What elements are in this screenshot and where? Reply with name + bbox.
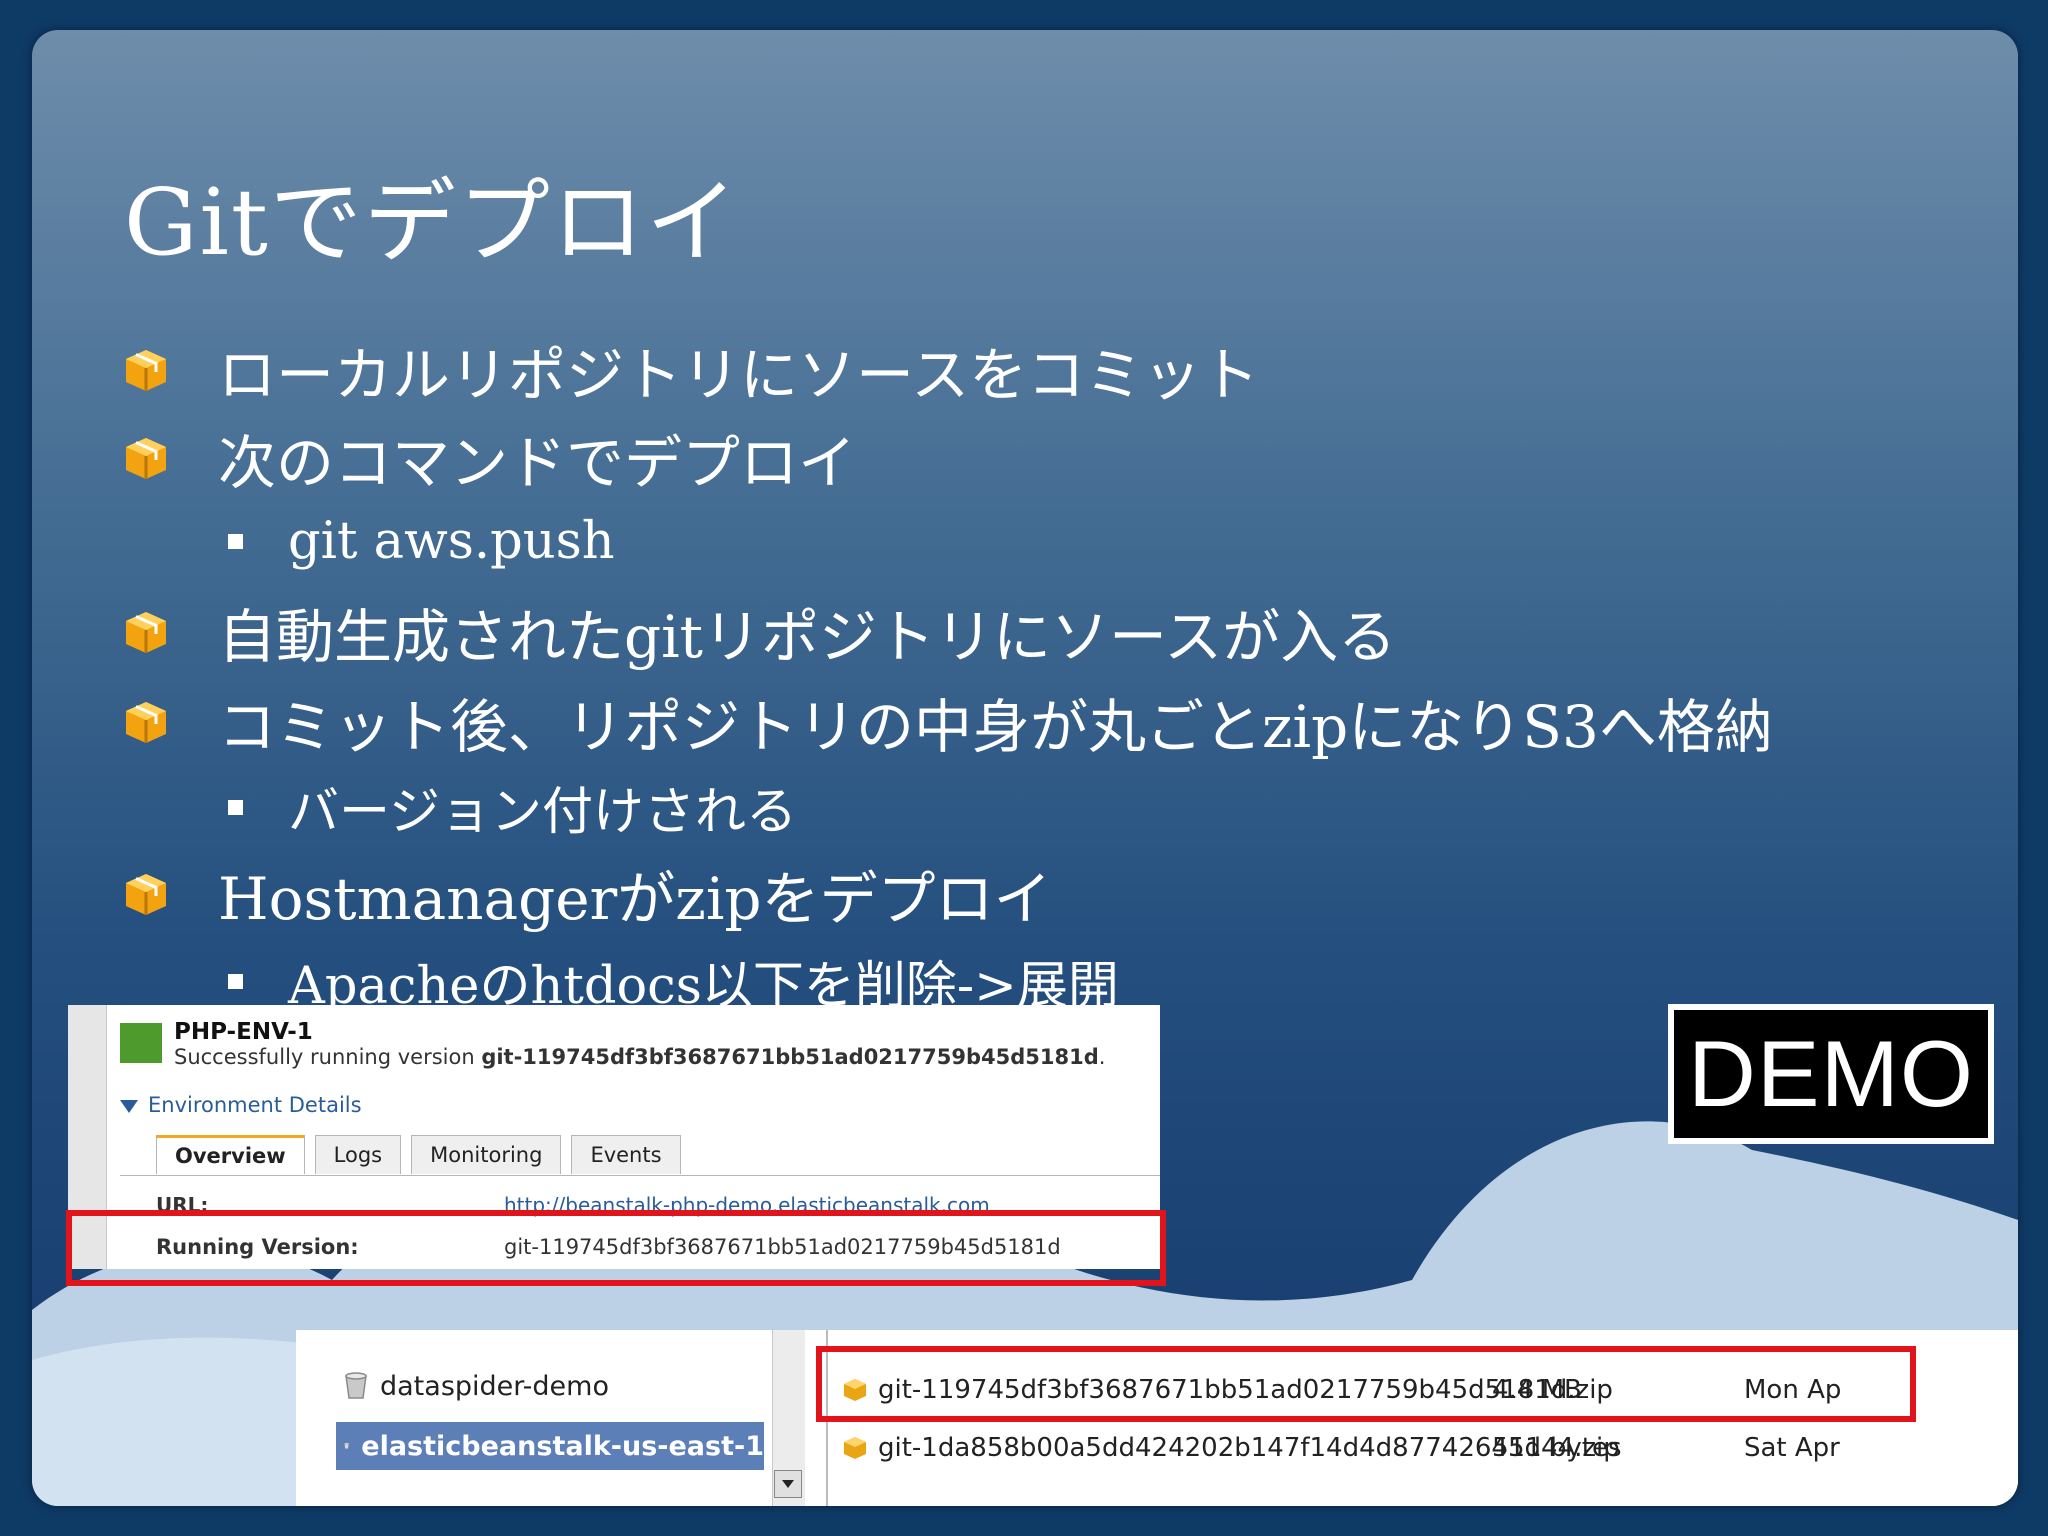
tab-divider [120, 1175, 1160, 1176]
tab-overview[interactable]: Overview [156, 1135, 305, 1174]
tab-logs[interactable]: Logs [314, 1135, 402, 1174]
tab-events[interactable]: Events [571, 1135, 681, 1174]
bucket-item-selected[interactable]: elasticbeanstalk-us-east-1 [336, 1422, 764, 1470]
bullet-item: Hostmanagerがzipをデプロイ [122, 854, 1052, 934]
sub-bullet-item: git aws.push [228, 506, 615, 576]
bucket-name: elasticbeanstalk-us-east-1 [361, 1430, 764, 1462]
environment-status-icon [120, 1023, 162, 1063]
chevron-down-icon [782, 1480, 794, 1488]
sub-bullet-item: バージョン付けされる [228, 772, 797, 842]
environment-status: Successfully running version git-119745d… [174, 1045, 1105, 1069]
status-prefix: Successfully running version [174, 1045, 482, 1069]
bullet-item: 次のコマンドでデプロイ [122, 418, 856, 498]
bucket-icon [344, 1442, 350, 1449]
package-icon [126, 350, 166, 391]
slide: Gitでデプロイ ローカルリポジトリにソースをコミット 次のコマンドでデプロイ … [32, 30, 2018, 1506]
sub-bullet-text: バージョン付けされる [288, 783, 797, 842]
bullet-text: 自動生成されたgitリポジトリにソースが入る [218, 603, 1397, 671]
bullet-text: 次のコマンドでデプロイ [218, 429, 857, 497]
bucket-item-clipped [336, 1338, 764, 1352]
triangle-down-icon [120, 1099, 138, 1113]
environment-details-label: Environment Details [148, 1093, 362, 1117]
bullet-item: コミット後、リポジトリの中身が丸ごとzipになりS3へ格納 [122, 682, 1773, 762]
scroll-down-button[interactable] [774, 1470, 802, 1498]
slide-title: Gitでデプロイ [124, 169, 740, 276]
package-icon [844, 1437, 866, 1459]
package-icon [126, 702, 166, 743]
status-suffix: . [1098, 1045, 1106, 1069]
package-icon [126, 438, 166, 479]
bucket-icon [345, 1372, 367, 1399]
bucket-item[interactable]: dataspider-demo [336, 1362, 764, 1410]
square-bullet-icon [228, 973, 243, 989]
bullet-text: Hostmanagerがzipをデプロイ [218, 865, 1052, 933]
demo-label: DEMO [1668, 1004, 1994, 1144]
square-bullet-icon [228, 533, 243, 549]
environment-name: PHP-ENV-1 [174, 1019, 313, 1045]
file-row[interactable]: git-1da858b00a5dd424202b147f14d4d8774264… [842, 1426, 1840, 1470]
detail-tabs: Overview Logs Monitoring Events [156, 1135, 691, 1175]
tab-monitoring[interactable]: Monitoring [411, 1135, 562, 1174]
environment-details-toggle[interactable]: Environment Details [120, 1093, 362, 1117]
bullet-item: 自動生成されたgitリポジトリにソースが入る [122, 592, 1396, 672]
package-icon [126, 612, 166, 653]
file-date: Sat Apr [1744, 1433, 1840, 1463]
sub-bullet-text: git aws.push [288, 511, 615, 571]
square-bullet-icon [228, 799, 243, 815]
bucket-list: dataspider-demo elasticbeanstalk-us-east… [296, 1330, 806, 1506]
bullet-text: コミット後、リポジトリの中身が丸ごとzipになりS3へ格納 [218, 693, 1773, 761]
bullet-item: ローカルリポジトリにソースをコミット [122, 330, 1259, 410]
running-version-highlight [66, 1210, 1166, 1286]
bullet-text: ローカルリポジトリにソースをコミット [218, 341, 1260, 409]
zip-file-highlight [816, 1346, 1916, 1422]
file-size: 511 bytes [1492, 1433, 1622, 1463]
status-version: git-119745df3bf3687671bb51ad0217759b45d5… [481, 1045, 1099, 1069]
bucket-name: dataspider-demo [380, 1370, 609, 1402]
package-icon [126, 874, 166, 915]
